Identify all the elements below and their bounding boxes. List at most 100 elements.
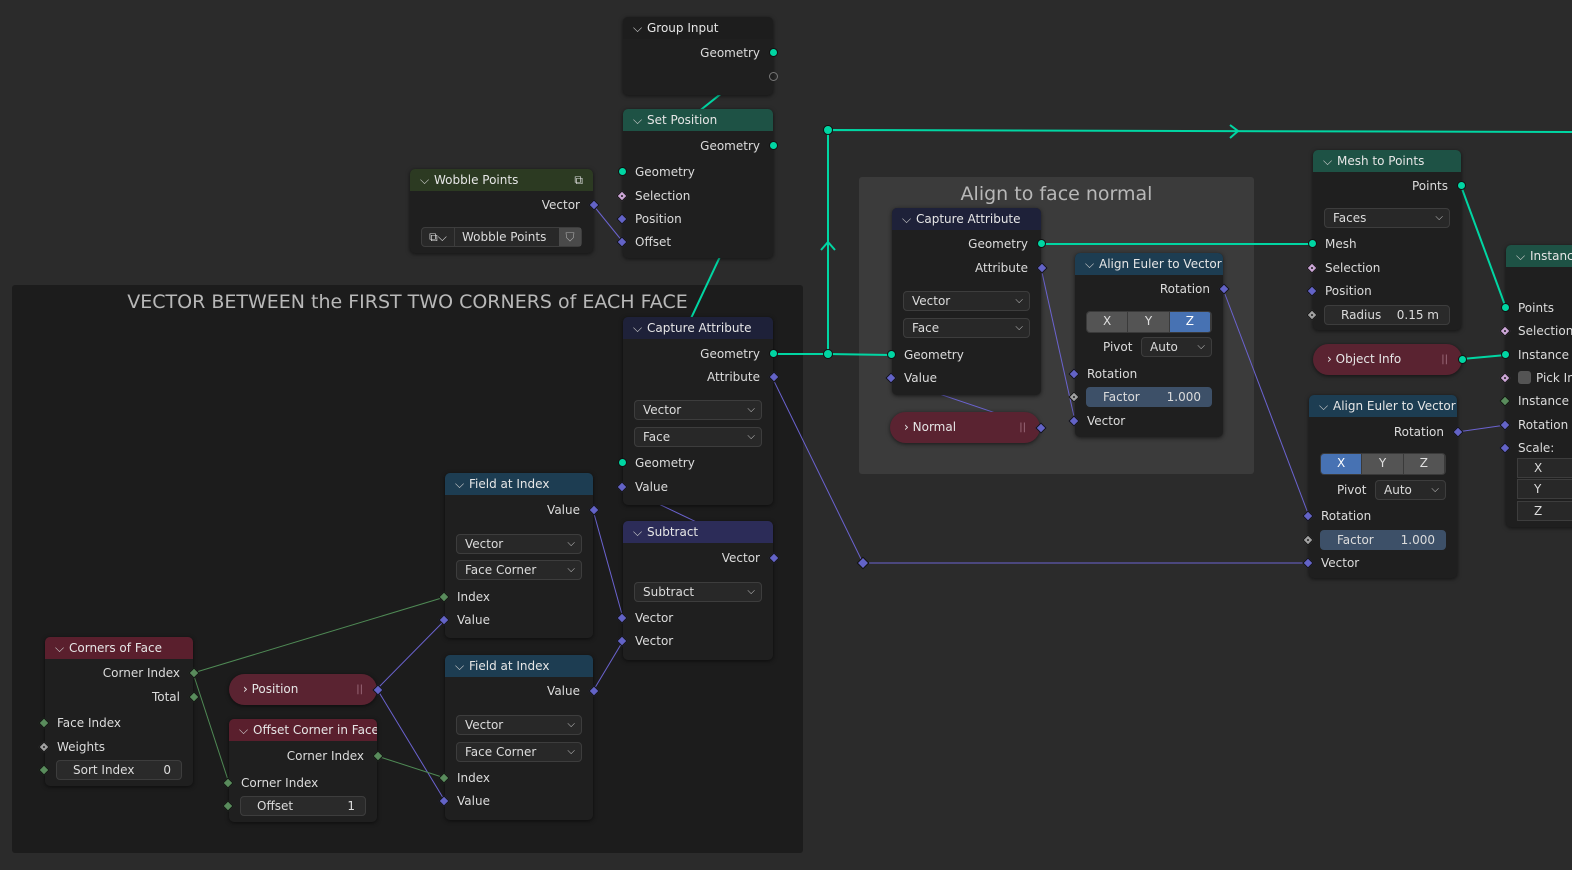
reroute-node[interactable] bbox=[856, 556, 870, 570]
node-link[interactable] bbox=[376, 619, 446, 690]
node-header[interactable]: ⌵ Corners of Face bbox=[45, 637, 193, 659]
subtract-node[interactable]: ⌵ Subtract Vector Subtract ⌵ Vector Vector bbox=[616, 521, 780, 660]
chevron-down-icon[interactable]: ⌵ bbox=[420, 169, 434, 191]
align-euler-2-node[interactable]: ⌵ Align Euler to Vector Rotation X Y Z Pivot Au… bbox=[1302, 395, 1464, 578]
geometry-socket[interactable] bbox=[618, 458, 627, 467]
position-node[interactable]: › Position || bbox=[229, 674, 384, 705]
dropdown[interactable]: Vector ⌵ bbox=[634, 400, 762, 420]
node-header[interactable]: ⌵ Field at Index bbox=[445, 655, 593, 677]
chevron-right-icon[interactable]: › bbox=[243, 682, 252, 696]
scale-y-field[interactable]: Y bbox=[1517, 479, 1572, 499]
axis-z-button[interactable]: Z bbox=[1169, 312, 1211, 332]
axis-z-button[interactable]: Z bbox=[1403, 454, 1445, 474]
field-at-index-1-node[interactable]: ⌵ Field at Index Value Vector ⌵ Face Corner ⌵ I… bbox=[438, 473, 600, 638]
node-header[interactable]: ⌵ Group Input bbox=[623, 17, 773, 39]
node-link[interactable] bbox=[192, 596, 446, 674]
dropdown[interactable]: Vector ⌵ bbox=[903, 291, 1030, 311]
axis-x-button[interactable]: X bbox=[1321, 454, 1363, 474]
node-header[interactable]: ⌵ Offset Corner in Face bbox=[229, 719, 377, 741]
fake-user-shield-icon[interactable]: ⛉ bbox=[559, 228, 581, 246]
node-header[interactable]: ⌵ Capture Attribute bbox=[623, 317, 773, 339]
object-info-node[interactable]: › Object Info || bbox=[1313, 344, 1467, 375]
node-header[interactable]: ⌵ Align Euler to Vector bbox=[1075, 253, 1223, 275]
node-header[interactable]: ⌵ Subtract bbox=[623, 521, 773, 543]
chevron-down-icon[interactable]: ⌵ bbox=[1323, 150, 1337, 172]
node-link[interactable] bbox=[592, 640, 624, 692]
empty-socket[interactable] bbox=[769, 72, 778, 81]
geometry-socket[interactable] bbox=[769, 141, 778, 150]
geometry-socket[interactable] bbox=[769, 48, 778, 57]
corners-of-face-node[interactable]: ⌵ Corners of Face Corner Index Total Face In… bbox=[38, 637, 200, 786]
dropdown[interactable]: Vector ⌵ bbox=[456, 534, 582, 554]
chevron-down-icon[interactable]: ⌵ bbox=[239, 719, 253, 741]
number-field[interactable]: Offset 1 bbox=[240, 796, 366, 816]
node-header[interactable]: ⌵Instance on Points bbox=[1506, 245, 1572, 267]
node-link[interactable] bbox=[1461, 354, 1507, 360]
node-link[interactable] bbox=[192, 672, 230, 784]
geometry-socket[interactable] bbox=[1308, 239, 1317, 248]
number-field[interactable]: Factor 1.000 bbox=[1086, 387, 1212, 407]
geometry-socket[interactable] bbox=[618, 167, 627, 176]
node-group-icon[interactable]: ⧉⌵ bbox=[422, 228, 455, 246]
scale-z-field[interactable]: Z bbox=[1517, 501, 1572, 521]
number-field[interactable]: Sort Index 0 bbox=[56, 760, 182, 780]
capture-attribute-2-node[interactable]: ⌵ Capture Attribute Geometry Attribute Vecto… bbox=[885, 208, 1048, 395]
axis-y-button[interactable]: Y bbox=[1362, 454, 1404, 474]
node-link[interactable] bbox=[1222, 288, 1310, 517]
set-position-node[interactable]: ⌵ Set Position Geometry Geometry Selection Po… bbox=[616, 109, 778, 258]
node-group-selector[interactable]: ⧉⌵ Wobble Points ⛉ bbox=[421, 227, 582, 247]
pivot-dropdown[interactable]: Auto ⌵ bbox=[1141, 337, 1212, 357]
chevron-down-icon[interactable]: ⌵ bbox=[633, 317, 647, 339]
chevron-down-icon[interactable]: ⌵ bbox=[902, 208, 916, 230]
chevron-down-icon[interactable]: ⌵ bbox=[633, 521, 647, 543]
dropdown[interactable]: Face Corner ⌵ bbox=[456, 742, 582, 762]
geometry-socket[interactable] bbox=[1458, 355, 1467, 364]
geometry-socket[interactable] bbox=[769, 349, 778, 358]
mesh-to-points-node[interactable]: ⌵ Mesh to Points Points Faces ⌵ Mesh Selection… bbox=[1306, 150, 1466, 330]
chevron-down-icon[interactable]: ⌵ bbox=[633, 109, 647, 131]
node-header[interactable]: ⌵ Set Position bbox=[623, 109, 773, 131]
node-header[interactable]: ⌵ Wobble Points ⧉ bbox=[410, 169, 593, 191]
node-header[interactable]: ⌵ Align Euler to Vector bbox=[1309, 395, 1457, 417]
geometry-socket[interactable] bbox=[1501, 303, 1510, 312]
offset-corner-in-face-node[interactable]: ⌵ Offset Corner in Face Corner Index Corner… bbox=[222, 719, 384, 822]
field-at-index-2-node[interactable]: ⌵ Field at Index Value Vector ⌵ Face Corner ⌵ I… bbox=[438, 655, 600, 820]
node-link[interactable] bbox=[592, 204, 624, 243]
node-link[interactable] bbox=[1460, 185, 1507, 309]
dropdown[interactable]: Face ⌵ bbox=[903, 318, 1030, 338]
number-field[interactable]: Radius 0.15 m bbox=[1324, 305, 1450, 325]
node-link[interactable] bbox=[1456, 424, 1507, 433]
axis-x-button[interactable]: X bbox=[1087, 312, 1129, 332]
align-euler-1-node[interactable]: ⌵ Align Euler to Vector Rotation X Y Z Pivot Au… bbox=[1068, 253, 1230, 437]
chevron-down-icon[interactable]: ⌵ bbox=[55, 637, 69, 659]
node-link[interactable] bbox=[376, 755, 446, 779]
reroute-node[interactable] bbox=[823, 349, 833, 359]
node-link[interactable] bbox=[771, 376, 1309, 564]
node-link[interactable] bbox=[376, 688, 446, 802]
wobble-points-node[interactable]: ⌵ Wobble Points ⧉ Vector ⧉⌵ Wobble Points ⛉ bbox=[410, 169, 600, 253]
chevron-down-icon[interactable]: ⌵ bbox=[1085, 253, 1099, 275]
dropdown[interactable]: Faces ⌵ bbox=[1324, 208, 1450, 228]
dropdown[interactable]: Face ⌵ bbox=[634, 427, 762, 447]
group-input-node[interactable]: ⌵ Group Input Geometry bbox=[623, 17, 778, 95]
node-link[interactable] bbox=[592, 509, 624, 619]
chevron-down-icon[interactable]: ⌵ bbox=[633, 17, 647, 39]
capture-attribute-1-node[interactable]: ⌵ Capture Attribute Geometry Attribute Vecto… bbox=[616, 317, 780, 505]
scale-x-field[interactable]: X bbox=[1517, 458, 1572, 478]
reroute-node[interactable] bbox=[823, 125, 833, 135]
number-field[interactable]: Factor 1.000 bbox=[1320, 530, 1446, 550]
node-header[interactable]: ⌵ Mesh to Points bbox=[1313, 150, 1461, 172]
geometry-socket[interactable] bbox=[1457, 181, 1466, 190]
geometry-socket[interactable] bbox=[1501, 350, 1510, 359]
chevron-down-icon[interactable]: ⌵ bbox=[455, 655, 469, 677]
node-header[interactable]: ⌵ Field at Index bbox=[445, 473, 593, 495]
geometry-socket[interactable] bbox=[1037, 239, 1046, 248]
dropdown[interactable]: Face Corner ⌵ bbox=[456, 560, 582, 580]
dropdown[interactable]: Subtract ⌵ bbox=[634, 582, 762, 602]
instance-on-points-node[interactable]: ⌵Instance on Points Points Selection Instan… bbox=[1499, 245, 1572, 527]
chevron-down-icon[interactable]: ⌵ bbox=[1516, 245, 1530, 267]
axis-y-button[interactable]: Y bbox=[1128, 312, 1170, 332]
pivot-dropdown[interactable]: Auto ⌵ bbox=[1375, 480, 1446, 500]
chevron-right-icon[interactable]: › bbox=[904, 420, 913, 434]
checkbox[interactable] bbox=[1518, 371, 1531, 384]
